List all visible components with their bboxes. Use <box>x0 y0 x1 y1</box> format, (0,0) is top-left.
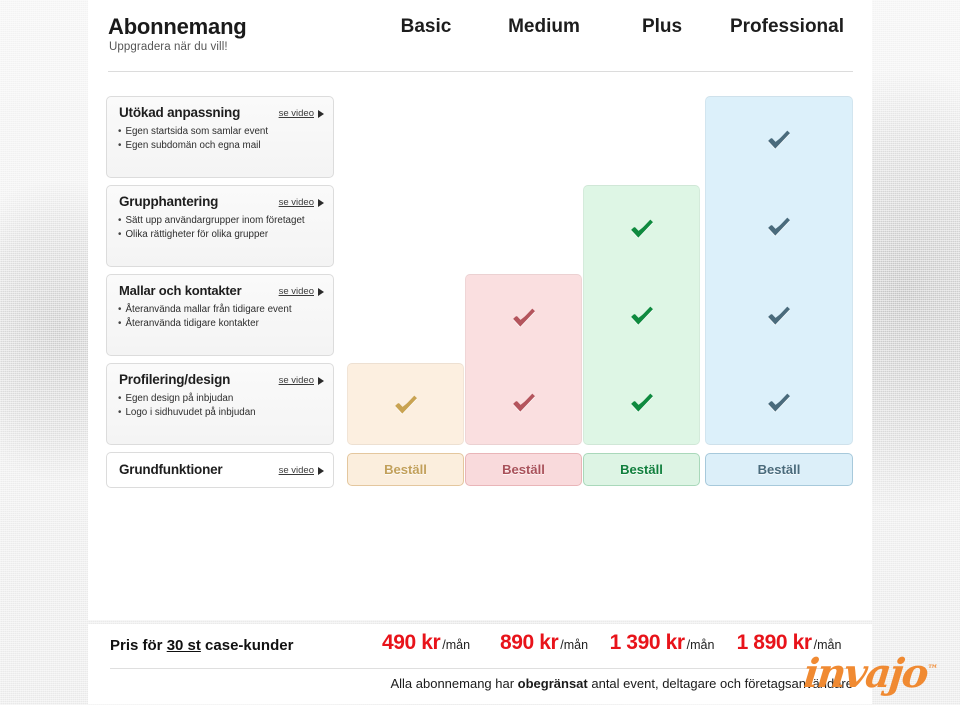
feature-title: Grupphantering <box>119 194 219 209</box>
check-icon <box>393 391 419 417</box>
play-triangle-icon <box>318 287 324 296</box>
se-video-label: se video <box>278 375 314 386</box>
se-video-label: se video <box>278 108 314 119</box>
price-label-quantity: 30 st <box>166 637 201 654</box>
play-triangle-icon <box>318 198 324 207</box>
price-note: Alla abonnemang har obegränsat antal eve… <box>88 676 853 691</box>
check-icon <box>511 304 537 330</box>
check-icon <box>629 389 655 415</box>
pricing-card: Abonnemang Uppgradera när du vill! Basic… <box>88 0 872 620</box>
order-button-basic[interactable]: Beställ <box>347 453 464 486</box>
page-title: Abonnemang <box>108 14 247 39</box>
price-row-label: Pris för 30 st case-kunder <box>110 637 293 654</box>
price-label-pre: Pris för <box>110 637 167 654</box>
price-amount: 1 390 kr <box>609 631 685 654</box>
feature-box-profilering-design[interactable]: Profilering/design se video Egen design … <box>106 363 334 445</box>
plan-cell-plus-row-2 <box>583 185 700 271</box>
feature-box-grupphantering[interactable]: Grupphantering se video Sätt upp använda… <box>106 185 334 267</box>
plan-cell-medium-row-4 <box>465 359 582 445</box>
price-plus: 1 390 kr/mån <box>600 631 724 655</box>
plan-header-professional: Professional <box>729 16 845 37</box>
se-video-link-mallar-och-kontakter[interactable]: se video <box>279 286 324 297</box>
se-video-link-profilering-design[interactable]: se video <box>279 375 324 386</box>
feature-bullets: Egen design på inbjudan Logo i sidhuvude… <box>118 392 256 420</box>
check-icon <box>629 302 655 328</box>
play-triangle-icon <box>318 109 324 118</box>
se-video-link-utokad-anpassning[interactable]: se video <box>279 108 324 119</box>
feature-title: Utökad anpassning <box>119 105 241 120</box>
feature-title: Grundfunktioner <box>119 462 223 477</box>
invajo-logo: invajo™ <box>802 650 941 697</box>
plan-header-basic: Basic <box>400 16 452 37</box>
header-divider <box>108 71 853 72</box>
order-button-label: Beställ <box>620 462 663 477</box>
feature-bullet: Egen subdomän och egna mail <box>118 139 268 153</box>
price-note-emphasis: obegränsat <box>517 676 588 691</box>
price-period: /mån <box>442 638 471 652</box>
feature-bullet: Egen startsida som samlar event <box>118 125 268 139</box>
page-subtitle: Uppgradera när du vill! <box>109 41 228 53</box>
se-video-link-grundfunktioner[interactable]: se video <box>279 465 324 476</box>
check-icon <box>511 389 537 415</box>
price-medium: 890 kr/mån <box>485 631 603 655</box>
plan-cell-plus-row-3 <box>583 270 700 360</box>
feature-bullets: Egen startsida som samlar event Egen sub… <box>118 125 268 152</box>
feature-bullets: Sätt upp användargrupper inom företaget … <box>118 214 305 242</box>
feature-bullet: Sätt upp användargrupper inom företaget <box>118 214 304 228</box>
plan-header-medium: Medium <box>508 16 580 37</box>
plan-cell-professional-row-3 <box>705 270 853 360</box>
order-button-plus[interactable]: Beställ <box>583 453 700 486</box>
feature-title: Profilering/design <box>119 372 231 387</box>
plan-cell-basic-row-4 <box>347 363 464 445</box>
page-root: Abonnemang Uppgradera när du vill! Basic… <box>0 0 960 705</box>
plan-cell-professional-row-1 <box>705 96 853 182</box>
feature-box-mallar-och-kontakter[interactable]: Mallar och kontakter se video Återanvänd… <box>106 274 334 356</box>
play-triangle-icon <box>318 376 324 385</box>
price-note-pre: Alla abonnemang har <box>390 676 518 691</box>
card-header: Abonnemang Uppgradera när du vill! Basic… <box>88 0 872 72</box>
plan-cell-professional-row-4 <box>705 359 853 445</box>
price-divider <box>110 668 852 669</box>
plan-cell-professional-row-2 <box>705 181 853 271</box>
order-button-medium[interactable]: Beställ <box>465 453 582 486</box>
check-icon <box>766 389 792 415</box>
logo-wordmark: invajo <box>801 650 930 697</box>
check-icon <box>766 302 792 328</box>
se-video-label: se video <box>278 197 314 208</box>
se-video-label: se video <box>278 465 314 476</box>
price-amount: 490 kr <box>381 631 441 654</box>
order-button-label: Beställ <box>384 462 427 477</box>
plan-header-plus: Plus <box>641 16 683 37</box>
feature-box-grundfunktioner[interactable]: Grundfunktioner se video <box>106 452 334 488</box>
check-icon <box>629 215 655 241</box>
price-label-post: case-kunder <box>200 637 294 654</box>
se-video-link-grupphantering[interactable]: se video <box>279 197 324 208</box>
price-amount: 1 890 kr <box>736 631 812 654</box>
logo-trademark: ™ <box>926 662 940 676</box>
order-button-label: Beställ <box>757 462 801 477</box>
feature-box-utokad-anpassning[interactable]: Utökad anpassning se video Egen startsid… <box>106 96 334 178</box>
feature-bullet: Olika rättigheter för olika grupper <box>118 228 305 242</box>
feature-bullet: Återanvända tidigare kontakter <box>118 317 292 331</box>
plan-cell-medium-row-3 <box>465 274 582 360</box>
price-basic: 490 kr/mån <box>367 631 485 655</box>
price-band: Pris för 30 st case-kunder 490 kr/mån 89… <box>88 624 872 704</box>
check-icon <box>766 213 792 239</box>
price-period: /mån <box>686 638 715 652</box>
price-period: /mån <box>560 638 589 652</box>
order-button-label: Beställ <box>502 462 545 477</box>
feature-bullets: Återanvända mallar från tidigare event Å… <box>118 303 292 331</box>
check-icon <box>766 126 792 152</box>
se-video-label: se video <box>278 286 314 297</box>
play-triangle-icon <box>318 466 324 475</box>
order-button-professional[interactable]: Beställ <box>705 453 853 486</box>
pricing-summary-card: Pris för 30 st case-kunder 490 kr/mån 89… <box>88 624 872 704</box>
feature-bullet: Logo i sidhuvudet på inbjudan <box>118 406 255 420</box>
feature-bullet: Egen design på inbjudan <box>118 392 256 406</box>
plan-cell-plus-row-4 <box>583 359 700 445</box>
feature-bullet: Återanvända mallar från tidigare event <box>118 303 291 317</box>
feature-title: Mallar och kontakter <box>119 283 242 298</box>
price-amount: 890 kr <box>499 631 559 654</box>
